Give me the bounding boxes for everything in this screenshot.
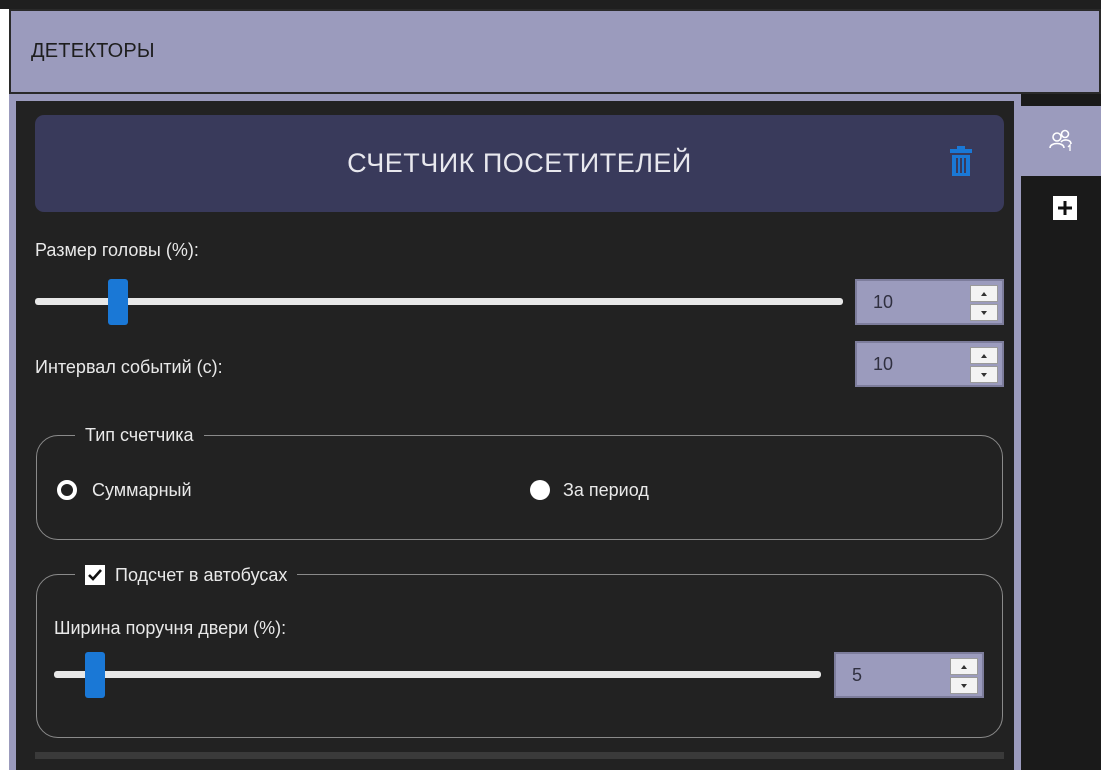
event-interval-increment[interactable] <box>970 347 998 364</box>
page-header: ДЕТЕКТОРЫ <box>9 9 1101 94</box>
window-top-frame <box>0 0 1101 9</box>
panel-bottom-scroll-bar[interactable] <box>35 752 1004 759</box>
door-handrail-increment[interactable] <box>950 658 978 675</box>
delete-detector-button[interactable] <box>950 146 972 176</box>
bus-counting-label[interactable]: Подсчет в автобусах <box>115 565 287 586</box>
plus-icon <box>1058 201 1072 215</box>
door-handrail-label: Ширина поручня двери (%): <box>54 618 287 638</box>
head-size-slider-thumb[interactable] <box>108 279 128 325</box>
radio-total[interactable] <box>57 480 77 500</box>
head-size-value: 10 <box>873 291 894 312</box>
tab-visitor-counter[interactable] <box>1021 106 1101 176</box>
head-size-increment[interactable] <box>970 285 998 302</box>
head-size-spinbox[interactable]: 10 <box>855 279 1004 325</box>
visitors-icon <box>1049 129 1072 151</box>
event-interval-spinbox[interactable]: 10 <box>855 341 1004 387</box>
counter-type-legend: Тип счетчика <box>75 424 204 446</box>
bus-counting-checkbox[interactable] <box>85 565 105 585</box>
event-interval-spin-buttons <box>970 347 998 383</box>
trash-icon <box>950 146 972 176</box>
radio-per-period-label[interactable]: За период <box>563 480 649 501</box>
event-interval-decrement[interactable] <box>970 366 998 383</box>
door-handrail-value: 5 <box>852 664 863 685</box>
radio-total-label[interactable]: Суммарный <box>92 480 192 501</box>
door-handrail-slider-track[interactable] <box>54 671 821 678</box>
checkmark-icon <box>88 569 102 581</box>
detector-title-card: СЧЕТЧИК ПОСЕТИТЕЛЕЙ <box>35 115 1004 212</box>
head-size-decrement[interactable] <box>970 304 998 321</box>
event-interval-value: 10 <box>873 353 894 374</box>
door-handrail-decrement[interactable] <box>950 677 978 694</box>
event-interval-label: Интервал событий (с): <box>35 357 223 377</box>
detectors-window: ДЕТЕКТОРЫ СЧЕТЧИК ПОСЕТИТЕЛЕЙ Размер гол… <box>0 0 1101 770</box>
counter-type-legend-text: Тип счетчика <box>85 424 194 445</box>
detector-title: СЧЕТЧИК ПОСЕТИТЕЛЕЙ <box>347 148 692 178</box>
radio-per-period[interactable] <box>530 480 550 500</box>
head-size-slider-track[interactable] <box>35 298 843 305</box>
page-title: ДЕТЕКТОРЫ <box>31 40 155 62</box>
door-handrail-spin-buttons <box>950 658 978 694</box>
door-handrail-slider-thumb[interactable] <box>85 652 105 698</box>
head-size-spin-buttons <box>970 285 998 321</box>
bus-counting-legend: Подсчет в автобусах <box>75 563 298 587</box>
add-detector-button[interactable] <box>1053 196 1077 220</box>
door-handrail-spinbox[interactable]: 5 <box>834 652 984 698</box>
head-size-label: Размер головы (%): <box>35 240 199 260</box>
